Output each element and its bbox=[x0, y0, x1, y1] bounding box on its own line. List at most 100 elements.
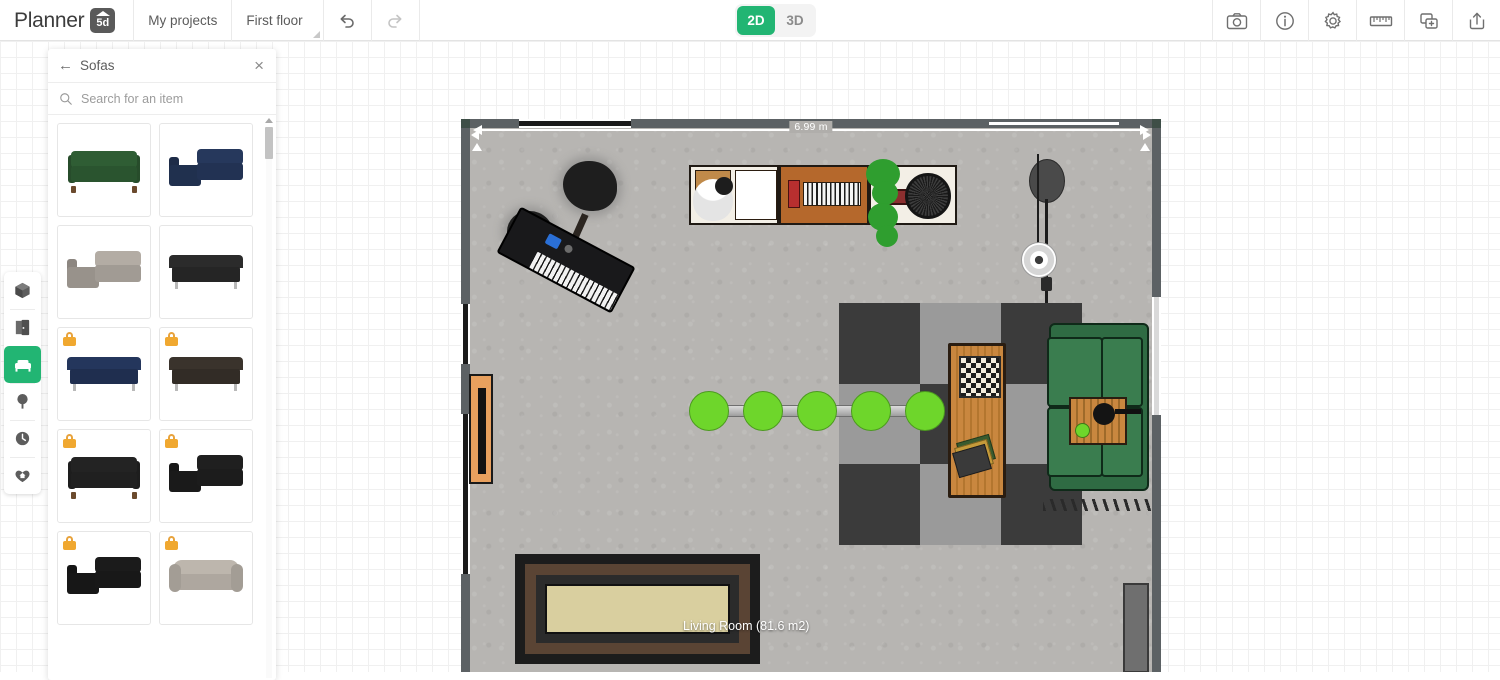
back-button[interactable]: ← bbox=[58, 58, 73, 73]
selection-arrow-up-left-icon[interactable] bbox=[472, 143, 482, 151]
sidebar-item-construction[interactable] bbox=[4, 272, 41, 309]
chess-board[interactable] bbox=[959, 356, 1001, 398]
lock-icon bbox=[165, 434, 178, 448]
catalog-search-row[interactable] bbox=[48, 83, 276, 115]
close-panel-button[interactable]: × bbox=[252, 57, 266, 74]
room-label: Living Room (81.6 m2) bbox=[683, 619, 810, 633]
window-left-upper[interactable] bbox=[461, 304, 470, 364]
lock-icon bbox=[63, 434, 76, 448]
search-icon bbox=[60, 92, 72, 105]
shelving-unit-mid[interactable] bbox=[779, 165, 869, 225]
clock-icon bbox=[15, 431, 30, 446]
cube-icon bbox=[15, 282, 30, 299]
selection-handles[interactable] bbox=[689, 391, 945, 431]
sidebar-item-history[interactable] bbox=[4, 420, 41, 457]
camera-icon bbox=[1226, 12, 1247, 29]
top-toolbar: Planner 5d My projects First floor 2D 3D bbox=[0, 0, 1500, 41]
sofa-preview bbox=[67, 247, 141, 297]
dimension-label-top: 6.99 m bbox=[789, 121, 833, 133]
scroll-up-arrow-icon[interactable] bbox=[265, 118, 273, 123]
view-mode-switch[interactable]: 2D 3D bbox=[735, 4, 816, 37]
wall-corner-marker[interactable] bbox=[461, 119, 470, 128]
catalog-panel-title: Sofas bbox=[80, 58, 115, 73]
tab-2d[interactable]: 2D bbox=[737, 6, 775, 35]
catalog-item[interactable] bbox=[57, 327, 151, 421]
add-floor-button[interactable] bbox=[1404, 0, 1452, 41]
tree-icon bbox=[17, 393, 28, 409]
info-button[interactable] bbox=[1260, 0, 1308, 41]
sofa-preview bbox=[169, 255, 243, 289]
catalog-scrollbar[interactable] bbox=[264, 115, 273, 680]
sofa-preview bbox=[67, 357, 141, 391]
catalog-item[interactable] bbox=[159, 225, 253, 319]
sidebar-item-doors[interactable] bbox=[4, 309, 41, 346]
catalog-item[interactable] bbox=[159, 123, 253, 217]
floor-tab-label: First floor bbox=[246, 13, 303, 28]
sofa-preview bbox=[169, 145, 243, 195]
shelving-row[interactable] bbox=[689, 165, 957, 225]
tool-rail-group bbox=[4, 272, 41, 494]
my-projects-link[interactable]: My projects bbox=[134, 0, 233, 41]
radiator[interactable] bbox=[469, 374, 493, 484]
settings-button[interactable] bbox=[1308, 0, 1356, 41]
lock-icon bbox=[165, 332, 178, 346]
scrollbar-track[interactable] bbox=[266, 127, 272, 678]
resize-handle[interactable] bbox=[743, 391, 783, 431]
selection-arrow-right-icon[interactable] bbox=[1143, 130, 1151, 140]
floor-tab[interactable]: First floor bbox=[232, 0, 324, 41]
search-input[interactable] bbox=[81, 91, 251, 106]
floor-plan[interactable]: 6.99 m Living Room (81.6 m2) bbox=[461, 119, 1161, 672]
side-table[interactable] bbox=[1069, 397, 1141, 445]
resize-handle[interactable] bbox=[797, 391, 837, 431]
selection-arrow-left-icon[interactable] bbox=[471, 130, 479, 140]
tab-3d[interactable]: 3D bbox=[776, 6, 814, 35]
catalog-item[interactable] bbox=[57, 429, 151, 523]
sofa-preview bbox=[68, 453, 140, 499]
resize-handle[interactable] bbox=[905, 391, 945, 431]
resize-grip-icon[interactable] bbox=[312, 31, 320, 38]
door-icon bbox=[15, 319, 30, 336]
wall-corner-marker[interactable] bbox=[1152, 119, 1161, 128]
catalog-item[interactable] bbox=[159, 531, 253, 625]
app-logo[interactable]: Planner 5d bbox=[0, 0, 135, 41]
catalog-item[interactable] bbox=[57, 225, 151, 319]
share-button[interactable] bbox=[1452, 0, 1500, 41]
catalog-scroll-area[interactable] bbox=[48, 115, 276, 680]
topbar-actions bbox=[1212, 0, 1500, 41]
redo-button[interactable] bbox=[372, 0, 420, 41]
right-cabinet[interactable] bbox=[1123, 583, 1149, 672]
shelving-unit-left[interactable] bbox=[689, 165, 779, 225]
heart-house-icon bbox=[15, 470, 30, 483]
ruler-icon bbox=[1369, 15, 1392, 26]
speaker-a[interactable] bbox=[563, 161, 617, 211]
brand-badge-text: 5d bbox=[96, 17, 110, 29]
resize-handle[interactable] bbox=[689, 391, 729, 431]
scrollbar-thumb[interactable] bbox=[265, 127, 273, 159]
measure-button[interactable] bbox=[1356, 0, 1404, 41]
catalog-item[interactable] bbox=[57, 123, 151, 217]
catalog-item[interactable] bbox=[57, 531, 151, 625]
selection-arrow-up-right-icon[interactable] bbox=[1140, 143, 1150, 151]
lock-icon bbox=[63, 536, 76, 550]
camera-button[interactable] bbox=[1212, 0, 1260, 41]
coffee-table[interactable] bbox=[948, 343, 1006, 498]
window-right[interactable] bbox=[1152, 297, 1161, 415]
catalog-item[interactable] bbox=[159, 327, 253, 421]
floor-trim bbox=[1043, 499, 1151, 511]
resize-handle[interactable] bbox=[851, 391, 891, 431]
sofa-preview bbox=[169, 357, 243, 391]
undo-button[interactable] bbox=[324, 0, 372, 41]
brand-badge-icon: 5d bbox=[90, 8, 116, 33]
sidebar-item-furniture[interactable] bbox=[4, 346, 41, 383]
undo-icon bbox=[340, 14, 354, 28]
catalog-panel-header: ← Sofas × bbox=[48, 49, 276, 83]
dimension-line-top[interactable]: 6.99 m bbox=[473, 121, 1149, 136]
catalog-panel[interactable]: ← Sofas × bbox=[48, 49, 276, 680]
info-icon bbox=[1275, 11, 1294, 30]
brand-name: Planner bbox=[14, 8, 85, 32]
framed-artwork[interactable] bbox=[515, 554, 760, 664]
catalog-item[interactable] bbox=[159, 429, 253, 523]
sidebar-item-plants[interactable] bbox=[4, 383, 41, 420]
duplicate-icon bbox=[1419, 12, 1438, 29]
sidebar-item-favorites[interactable] bbox=[4, 457, 41, 494]
